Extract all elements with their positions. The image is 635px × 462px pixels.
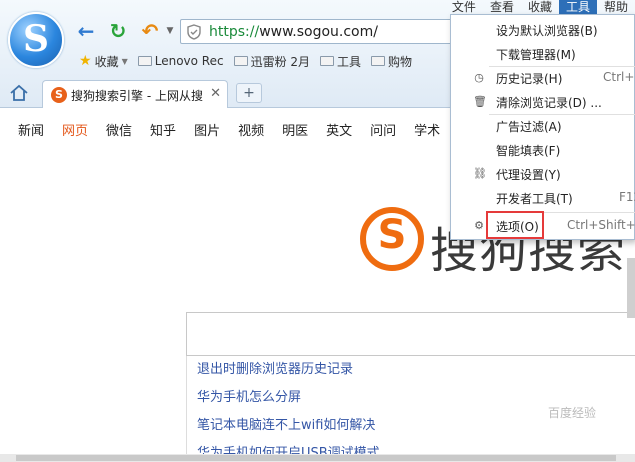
bookmark-label: Lenovo Rec: [154, 54, 224, 68]
bookmark-label: 迅雷粉 2月: [250, 54, 311, 69]
gear-icon: ⚙: [474, 219, 484, 232]
menu-item-history[interactable]: ◷ 历史记录(H) Ctrl+H: [451, 67, 635, 89]
bookmark-label: 购物: [388, 54, 413, 69]
folder-icon: [371, 56, 386, 66]
bookmark-lenovo[interactable]: Lenovo Rec: [135, 54, 227, 68]
menu-item-label: 广告过滤(A): [496, 120, 562, 134]
new-tab-button[interactable]: +: [236, 83, 262, 103]
clock-icon: ◷: [474, 71, 484, 84]
bookmark-favorites[interactable]: ★ 收藏 ▼: [76, 53, 131, 70]
url-domain: www.sogou.com/: [259, 24, 378, 40]
menu-item-label: 清除浏览记录(D) ...: [496, 96, 602, 110]
bookmark-xunlei[interactable]: 迅雷粉 2月: [231, 53, 313, 70]
scrollbar-thumb[interactable]: [16, 455, 616, 461]
vertical-scrollbar[interactable]: [627, 258, 635, 318]
channel-video[interactable]: 视频: [238, 120, 264, 139]
menu-item-ad-filter[interactable]: 广告过滤(A): [451, 115, 635, 137]
menu-item-proxy-settings[interactable]: ⛓ 代理设置(Y): [451, 163, 635, 185]
menu-item-label: 历史记录(H): [496, 72, 563, 86]
refresh-icon[interactable]: ↻: [106, 19, 130, 43]
menu-item-label: 智能填表(F): [496, 144, 561, 158]
star-icon: ★: [79, 53, 92, 69]
tab-sogou-search[interactable]: S 搜狗搜索引擎 - 上网从搜 ✕: [42, 80, 228, 108]
shield-icon: [187, 24, 201, 40]
bookmark-tools[interactable]: 工具: [317, 53, 364, 70]
menu-item-download-manager[interactable]: 下载管理器(M): [451, 43, 635, 65]
sogou-circle-icon: S: [360, 207, 424, 271]
sogou-favicon-icon: S: [51, 87, 67, 103]
menu-item-autofill[interactable]: 智能填表(F): [451, 139, 635, 161]
browser-window: S 文件 查看 收藏 工具 帮助 ← ↻ ↶ ▼ https://www.sog…: [0, 0, 635, 462]
channel-nav: 新闻 网页 微信 知乎 图片 视频 明医 英文 问问 学术: [18, 120, 440, 139]
channel-wenwen[interactable]: 问问: [370, 120, 396, 139]
options-highlight-box: [486, 211, 544, 239]
menu-item-label: 下载管理器(M): [496, 48, 576, 62]
menubar: 文件 查看 收藏 工具 帮助: [445, 0, 635, 14]
undo-dropdown-chevron-icon[interactable]: ▼: [158, 19, 182, 43]
watermark: 百度经验: [548, 406, 597, 420]
channel-medical[interactable]: 明医: [282, 120, 308, 139]
logo-mark: S: [23, 18, 49, 60]
menu-help[interactable]: 帮助: [597, 0, 635, 14]
menu-item-shortcut: Ctrl+H: [603, 70, 635, 84]
bookmark-label: 收藏: [94, 54, 119, 69]
link-icon: ⛓: [473, 167, 487, 180]
bookmark-shopping[interactable]: 购物: [368, 53, 415, 70]
channel-web[interactable]: 网页: [62, 120, 88, 139]
folder-icon: [137, 56, 152, 66]
back-arrow-icon[interactable]: ←: [74, 19, 98, 43]
search-input[interactable]: [186, 312, 635, 356]
horizontal-scrollbar[interactable]: [0, 454, 635, 462]
tools-dropdown-menu: 设为默认浏览器(B) 下载管理器(M) ◷ 历史记录(H) Ctrl+H 🗑 清…: [450, 14, 635, 240]
channel-images[interactable]: 图片: [194, 120, 220, 139]
channel-scholar[interactable]: 学术: [414, 120, 440, 139]
chevron-down-icon: ▼: [121, 56, 128, 66]
address-bar[interactable]: https://www.sogou.com/: [180, 19, 460, 44]
url-text: https://www.sogou.com/: [209, 24, 378, 40]
bookmark-label: 工具: [337, 54, 362, 69]
close-tab-icon[interactable]: ✕: [210, 86, 221, 101]
home-icon[interactable]: [8, 82, 30, 104]
menu-item-shortcut: Ctrl+Shift+O: [567, 218, 635, 232]
menu-tools[interactable]: 工具: [558, 0, 597, 14]
menu-view[interactable]: 查看: [483, 0, 521, 14]
menu-file[interactable]: 文件: [445, 0, 483, 14]
folder-icon: [320, 56, 335, 66]
bookmarks-bar: ★ 收藏 ▼ Lenovo Rec 迅雷粉 2月 工具 购物: [76, 50, 415, 72]
trash-icon: 🗑: [473, 95, 487, 108]
sogou-browser-logo[interactable]: S: [8, 12, 64, 68]
tab-title: 搜狗搜索引擎 - 上网从搜: [71, 89, 203, 103]
menu-item-label: 代理设置(Y): [496, 168, 561, 182]
menu-item-shortcut: F12: [619, 190, 635, 204]
menu-favorites[interactable]: 收藏: [521, 0, 559, 14]
channel-english[interactable]: 英文: [326, 120, 352, 139]
menu-item-label: 设为默认浏览器(B): [496, 24, 598, 38]
channel-weixin[interactable]: 微信: [106, 120, 132, 139]
logo-big-mark: S: [377, 212, 407, 258]
channel-zhihu[interactable]: 知乎: [150, 120, 176, 139]
folder-icon: [233, 56, 248, 66]
menu-item-developer-tools[interactable]: 开发者工具(T) F12: [451, 187, 635, 209]
menu-item-set-default-browser[interactable]: 设为默认浏览器(B): [451, 19, 635, 41]
menu-item-clear-history[interactable]: 🗑 清除浏览记录(D) ...: [451, 91, 635, 113]
menu-item-label: 开发者工具(T): [496, 192, 573, 206]
suggestion-item[interactable]: 退出时删除浏览器历史记录: [187, 356, 635, 384]
channel-news[interactable]: 新闻: [18, 120, 44, 139]
url-scheme: https://: [209, 24, 260, 40]
